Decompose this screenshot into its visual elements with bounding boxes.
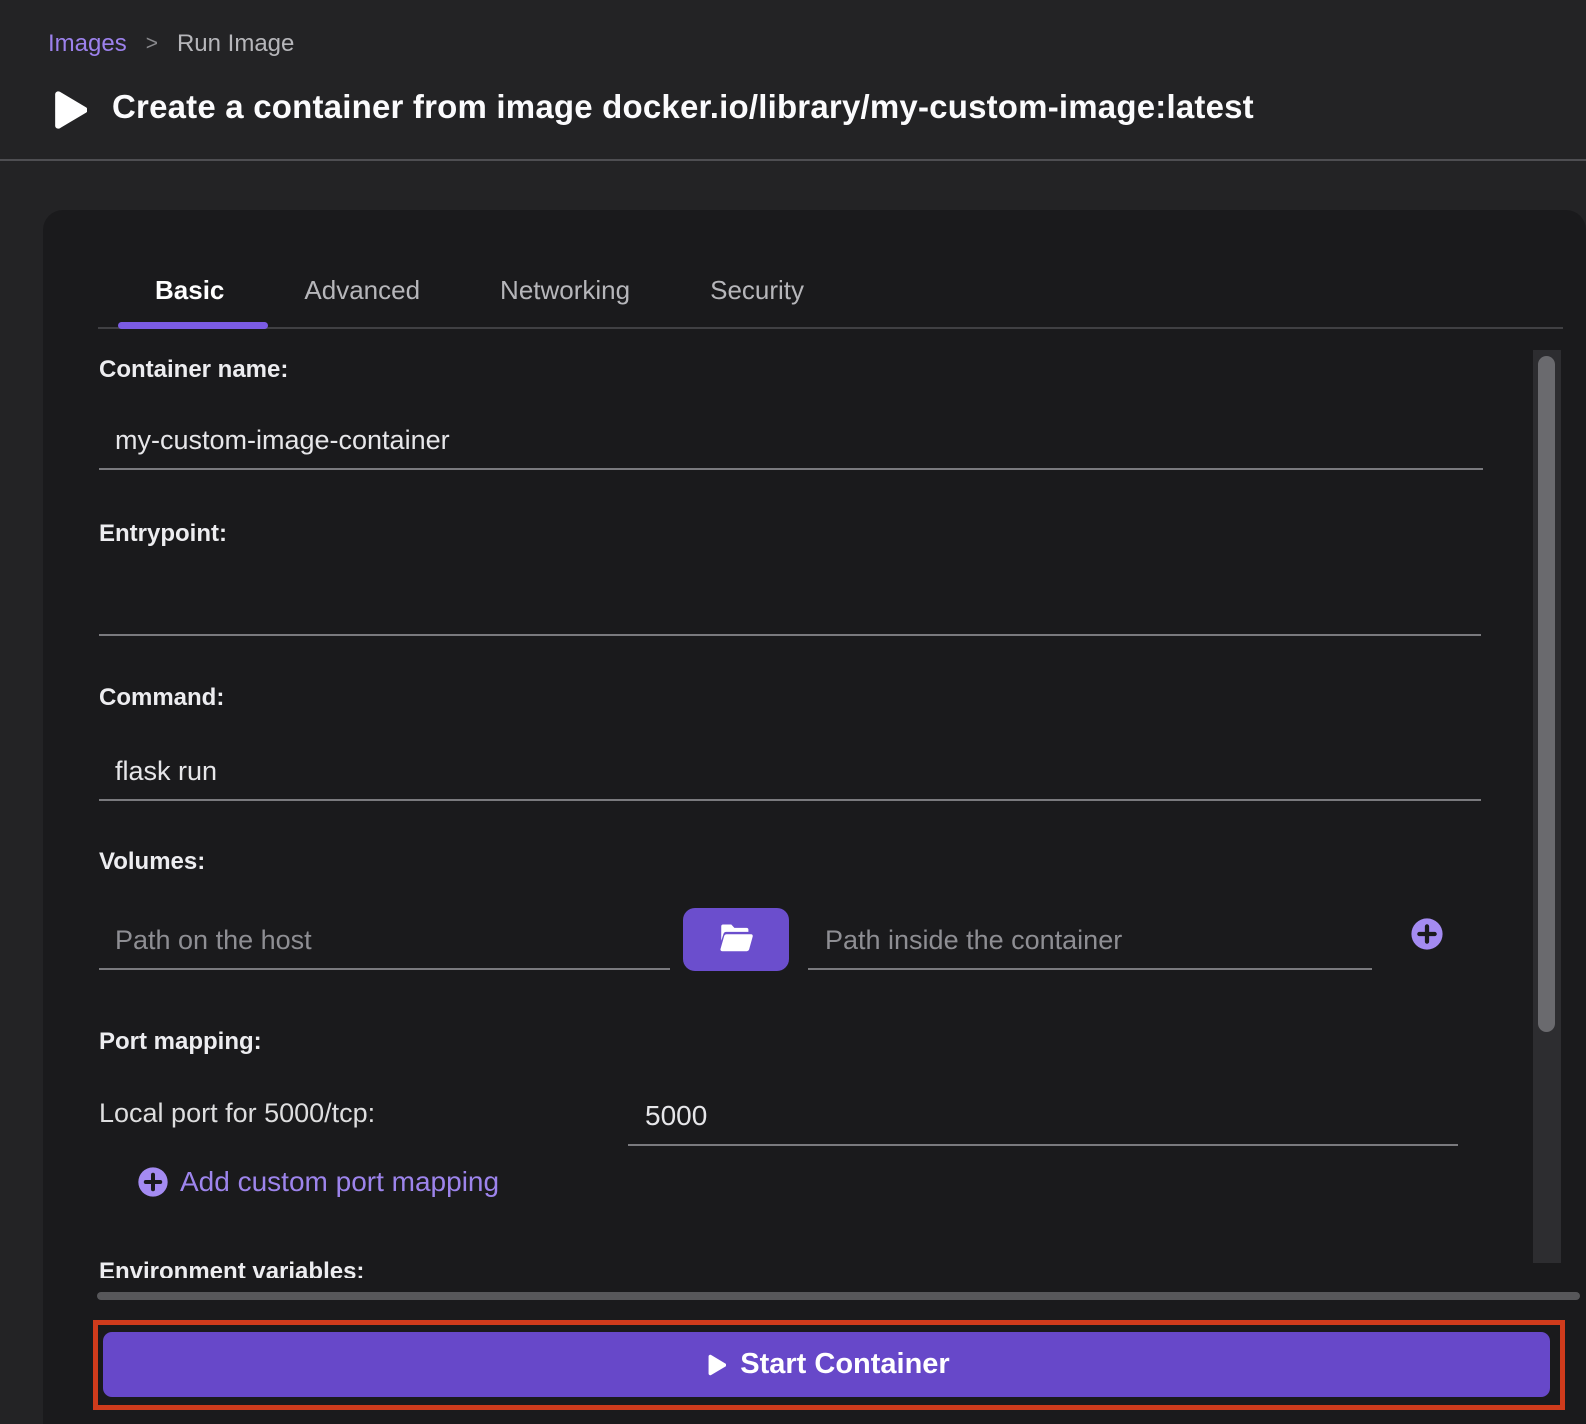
command-label: Command: [99,684,224,712]
command-input[interactable] [99,749,1481,801]
container-name-label: Container name: [99,356,288,384]
breadcrumb-current: Run Image [177,30,294,58]
active-tab-indicator [118,322,268,329]
volume-container-path-input[interactable] [808,918,1372,970]
vertical-scrollbar-thumb[interactable] [1538,356,1555,1032]
tab-advanced[interactable]: Advanced [304,275,420,312]
horizontal-scrollbar-thumb[interactable] [97,1292,1580,1300]
add-custom-port-mapping-label: Add custom port mapping [180,1166,499,1198]
container-name-input[interactable] [99,418,1483,470]
local-port-input[interactable] [628,1094,1458,1146]
add-custom-port-mapping-link[interactable]: Add custom port mapping [137,1166,499,1198]
play-icon [45,86,87,139]
port-mapping-label: Port mapping: [99,1028,262,1056]
tab-security[interactable]: Security [710,275,804,312]
breadcrumb: Images > Run Image [48,30,294,58]
volume-host-path-input[interactable] [99,918,670,970]
tabs-divider [98,327,1563,329]
vertical-scrollbar-track[interactable] [1533,350,1561,1263]
browse-host-path-button[interactable] [683,908,789,971]
tab-basic[interactable]: Basic [155,275,224,312]
breadcrumb-separator-icon: > [146,32,158,56]
entrypoint-input[interactable] [99,584,1481,636]
tab-bar: Basic Advanced Networking Security [155,275,804,312]
page-title: Create a container from image docker.io/… [112,88,1254,126]
environment-variables-section: Environment variables: [99,1258,364,1278]
start-container-label: Start Container [740,1348,949,1381]
folder-open-icon [718,923,754,957]
entrypoint-label: Entrypoint: [99,520,227,548]
volumes-label: Volumes: [99,848,205,876]
run-image-form-panel: Basic Advanced Networking Security Conta… [43,210,1586,1424]
form-scroll-area: Container name: Entrypoint: Command: Vol… [43,330,1563,1278]
start-container-button[interactable]: Start Container [103,1332,1550,1397]
local-port-label: Local port for 5000/tcp: [99,1098,375,1129]
page-header: Images > Run Image Create a container fr… [0,0,1586,161]
environment-variables-label: Environment variables: [99,1258,364,1278]
breadcrumb-images-link[interactable]: Images [48,30,127,58]
play-icon [703,1352,726,1378]
add-volume-button[interactable] [1410,917,1444,951]
plus-circle-icon [137,1166,169,1198]
tab-networking[interactable]: Networking [500,275,630,312]
plus-circle-icon [1410,939,1444,954]
run-image-page: Images > Run Image Create a container fr… [0,0,1586,1424]
